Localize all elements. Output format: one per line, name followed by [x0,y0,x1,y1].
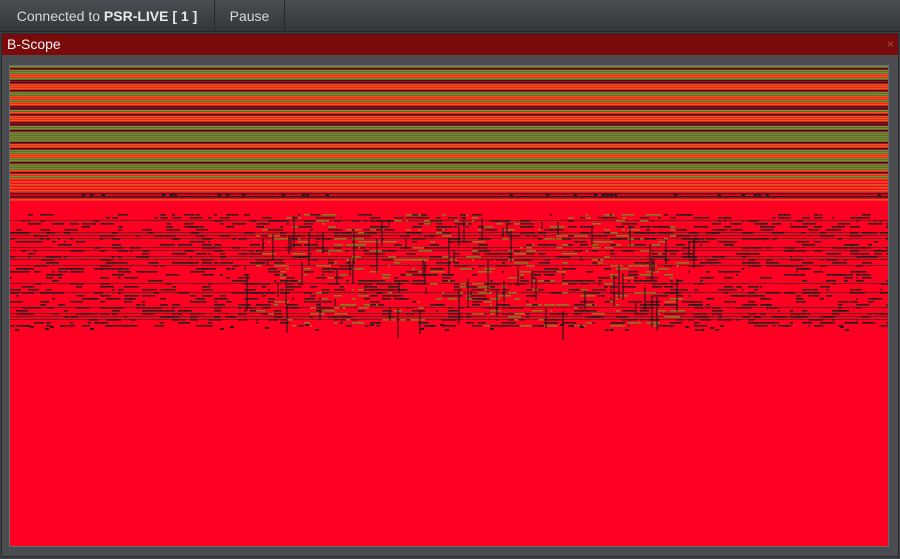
connection-status-button[interactable]: Connected to PSR-LIVE [ 1 ] [0,0,215,32]
b-scope-panel: B-Scope × [1,33,899,557]
pause-button[interactable]: Pause [215,0,285,32]
b-scope-canvas [10,66,888,546]
panel-title: B-Scope [7,36,61,52]
panel-header: B-Scope × [2,34,898,55]
connection-target: PSR-LIVE [ 1 ] [103,8,198,24]
b-scope-display[interactable] [9,65,889,547]
toolbar: Connected to PSR-LIVE [ 1 ] Pause [0,0,900,32]
close-icon[interactable]: × [887,34,894,55]
connection-prefix: Connected to [16,8,104,24]
